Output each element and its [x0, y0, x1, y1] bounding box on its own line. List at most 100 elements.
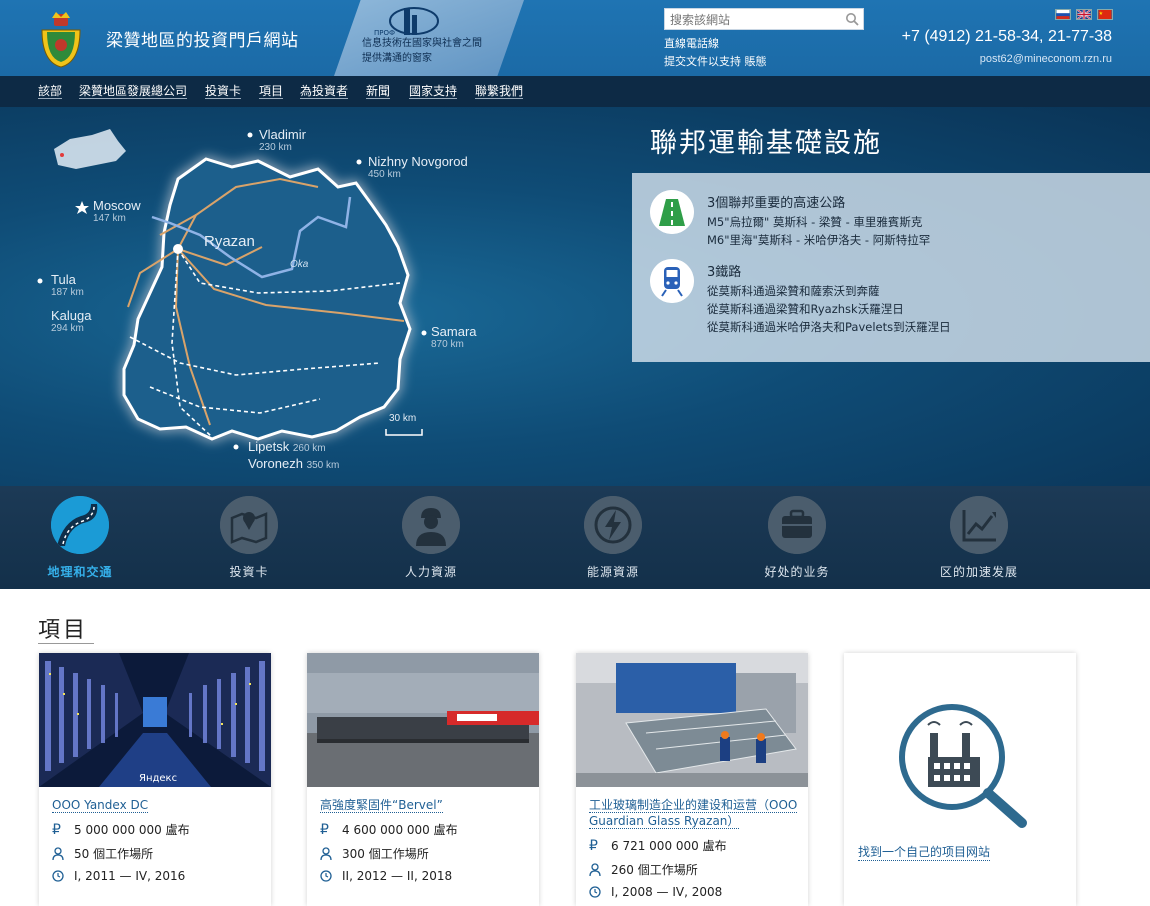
category-human-resources[interactable]: 人力資源 [351, 486, 511, 589]
clock-icon [320, 870, 332, 882]
nav-item-state-support[interactable]: 國家支持 [409, 84, 458, 99]
capital-star-icon [75, 201, 89, 214]
project-title[interactable]: OOO Yandex DC [52, 798, 149, 813]
banner-line-2: 提供溝通的窗家 [362, 53, 432, 64]
category-label: 能源資源 [586, 565, 639, 579]
category-business[interactable]: 好处的业务 [717, 486, 877, 589]
train-icon [650, 259, 694, 303]
highway-icon [650, 190, 694, 234]
nav-item-news[interactable]: 新聞 [366, 84, 391, 99]
project-image-glass-plant[interactable] [576, 653, 808, 787]
highways-heading: 3個聯邦重要的高速公路 [707, 196, 846, 211]
nav-item-projects[interactable]: 項目 [259, 84, 284, 99]
project-title[interactable]: 工业玻璃制造企业的建设和运营（OOO Guardian Glass Ryazan… [589, 798, 798, 829]
road-icon [51, 496, 109, 554]
worker-icon [402, 496, 460, 554]
project-investment: ₽ 5 000 000 000 盧布 [52, 821, 190, 838]
region-map [37, 129, 427, 450]
project-image-factory[interactable] [307, 653, 539, 787]
category-label: 人力資源 [404, 565, 457, 579]
site-title[interactable]: 梁贊地區的投資門戶網站 [106, 26, 299, 51]
user-icon [589, 862, 601, 876]
clock-icon [589, 886, 601, 898]
map-icon [220, 496, 278, 554]
ruble-icon: ₽ [52, 821, 61, 838]
it-banner[interactable]: ПРОФ 信息技術在國家與社會之間 提供溝通的窗家 [334, 0, 524, 76]
map-city-samara: Samara 870 km [431, 324, 477, 350]
email-link[interactable]: post62@mineconom.rzn.ru [980, 53, 1112, 65]
project-image-datacenter[interactable]: Яндекс [39, 653, 271, 787]
ryazan-marker[interactable] [173, 244, 183, 254]
project-title[interactable]: 高強度緊固件“Bervel” [320, 798, 443, 813]
railways-heading: 3鐵路 [707, 265, 742, 280]
category-label: 好处的业务 [764, 565, 830, 579]
project-jobs: 260 個工作場所 [589, 861, 698, 878]
search-input[interactable] [665, 10, 837, 30]
flag-cn-icon[interactable] [1097, 9, 1113, 20]
transport-info-panel: 3個聯邦重要的高速公路 M5"烏拉爾" 莫斯科 - 梁贊 - 車里雅賓斯克 M6… [632, 173, 1150, 362]
find-project-link[interactable]: 找到一个自己的项目网站 [858, 843, 991, 861]
project-investment: ₽ 6 721 000 000 盧布 [589, 837, 727, 854]
map-city-tula: Tula 187 km [51, 272, 84, 298]
project-jobs: 50 個工作場所 [52, 845, 153, 862]
project-jobs: 300 個工作場所 [320, 845, 429, 862]
project-card-bervel[interactable]: 高強度緊固件“Bervel” ₽ 4 600 000 000 盧布 300 個工… [307, 653, 539, 906]
ruble-icon: ₽ [589, 837, 598, 854]
railway-line-1: 從莫斯科通過梁贊和薩索沃到奔薩 [707, 284, 880, 298]
nav-item-investment-map[interactable]: 投資卡 [205, 84, 242, 99]
map-city-vladimir: Vladimir 230 km [259, 127, 306, 153]
nav-item-ministry[interactable]: 該部 [38, 84, 63, 99]
transport-hero: Ryazan Oka 30 km Vladimir 230 km Nizhny N… [0, 107, 1150, 486]
main-nav: 該部 梁贊地區發展總公司 投資卡 項目 為投資者 新聞 國家支持 聯繫我們 [0, 76, 1150, 107]
map-scale-label: 30 km [389, 413, 417, 424]
nav-item-for-investors[interactable]: 為投資者 [300, 84, 349, 99]
category-label: 投資卡 [229, 565, 269, 579]
category-strip: 地理和交通 投資卡 人力資源 能源資源 好处的业务 区的加速发展 [0, 486, 1150, 589]
project-period: II, 2012 — II, 2018 [320, 869, 452, 883]
user-icon [52, 846, 64, 860]
map-city-kaluga: Kaluga 294 km [51, 308, 92, 334]
submit-docs-link[interactable]: 提交文件以支持 賬態 [664, 53, 767, 69]
flag-ru-icon[interactable] [1055, 9, 1071, 20]
highway-m6: M6"里海"莫斯科 - 米哈伊洛夫 - 阿斯特拉罕 [707, 233, 931, 247]
category-accelerated-development[interactable]: 区的加速发展 [899, 486, 1059, 589]
map-label-oka: Oka [290, 259, 309, 270]
project-card-guardian-glass[interactable]: 工业玻璃制造企业的建设和运营（OOO Guardian Glass Ryazan… [576, 653, 808, 906]
growth-chart-icon [950, 496, 1008, 554]
project-card-yandex[interactable]: Яндекс OOO Yandex DC ₽ 5 000 000 000 盧布 … [39, 653, 271, 906]
category-investment-map[interactable]: 投資卡 [169, 486, 329, 589]
category-label: 地理和交通 [47, 565, 113, 579]
flag-uk-icon[interactable] [1076, 9, 1092, 20]
search-box [664, 8, 864, 30]
glass-plant-photo [576, 653, 808, 787]
project-period: I, 2008 — IV, 2008 [589, 885, 722, 899]
railway-line-2: 從莫斯科通過梁贊和Ryazhsk沃羅涅日 [707, 302, 904, 316]
map-city-lipetsk: Lipetsk 260 km [248, 439, 326, 454]
category-label: 区的加速发展 [939, 565, 1018, 579]
datacenter-photo: Яндекс [39, 653, 271, 787]
banner-line-1: 信息技術在國家與社會之間 [362, 38, 482, 49]
nav-item-development-corp[interactable]: 梁贊地區發展總公司 [79, 84, 188, 99]
category-energy[interactable]: 能源資源 [533, 486, 693, 589]
hero-title: 聯邦運輸基礎設施 [650, 128, 882, 159]
find-project-card[interactable]: 找到一个自己的项目网站 [844, 653, 1076, 906]
map-city-moscow: Moscow 147 km [93, 198, 141, 224]
map-city-nizhny-novgorod: Nizhny Novgorod 450 km [368, 154, 468, 180]
heading-underline [38, 643, 94, 644]
hotline-link[interactable]: 直線電話線 [664, 35, 719, 51]
it-logo-icon: ПРОФ [374, 7, 439, 37]
site-header: 梁贊地區的投資門戶網站 ПРОФ 信息技術在國家與社會之間 提供溝通的窗家 直線… [0, 0, 1150, 76]
category-geography-transport[interactable]: 地理和交通 [0, 486, 160, 589]
nav-item-contact[interactable]: 聯繫我們 [475, 84, 524, 99]
coat-of-arms-icon[interactable] [38, 10, 84, 68]
map-scale-bar [385, 429, 423, 436]
map-city-voronezh: Voronezh 350 km [248, 456, 340, 471]
ruble-icon: ₽ [320, 821, 329, 838]
search-icon[interactable] [845, 12, 859, 26]
map-label-ryazan: Ryazan [204, 233, 255, 250]
energy-icon [584, 496, 642, 554]
ryazan-region-shape [122, 157, 412, 441]
projects-heading: 項目 [38, 618, 89, 643]
yandex-watermark: Яндекс [139, 773, 177, 784]
user-icon [320, 846, 332, 860]
